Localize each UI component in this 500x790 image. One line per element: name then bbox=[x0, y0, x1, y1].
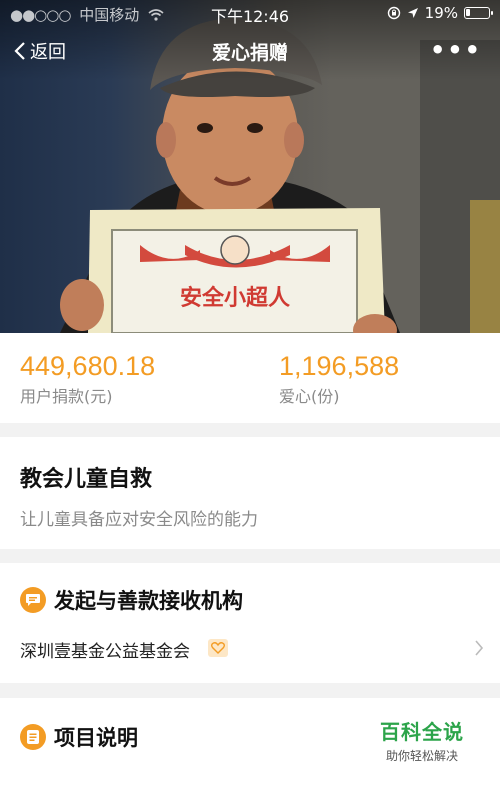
orientation-lock-icon bbox=[387, 6, 400, 20]
stat-hearts: 1,196,588 爱心(份) bbox=[279, 351, 399, 407]
donations-value: 449,680.18 bbox=[20, 351, 156, 381]
stat-donations: 449,680.18 用户捐款(元) bbox=[20, 351, 155, 407]
org-heading: 发起与善款接收机构 bbox=[20, 585, 243, 615]
project-title: 教会儿童自救 bbox=[20, 467, 153, 492]
chat-bubble-icon bbox=[20, 587, 46, 613]
hearts-value: 1,196,588 bbox=[279, 351, 400, 381]
battery-fill bbox=[466, 9, 470, 16]
status-bar: ●●○○○ 中国移动 下午12:46 19% bbox=[0, 0, 500, 26]
organization-section: 发起与善款接收机构 深圳壹基金公益基金会 bbox=[0, 563, 500, 683]
chevron-right-icon bbox=[475, 640, 484, 656]
donations-label: 用户捐款(元) bbox=[20, 387, 113, 406]
org-heading-text: 发起与善款接收机构 bbox=[54, 589, 243, 613]
watermark-title: 百科全说 bbox=[380, 720, 464, 744]
page-title: 爱心捐赠 bbox=[211, 42, 288, 64]
location-icon bbox=[407, 8, 418, 18]
heart-icon bbox=[208, 639, 228, 657]
back-button[interactable]: 返回 bbox=[14, 38, 66, 64]
project-card: 教会儿童自救 让儿童具备应对安全风险的能力 bbox=[0, 437, 500, 549]
hearts-label: 爱心(份) bbox=[279, 387, 340, 406]
org-name: 深圳壹基金公益基金会 bbox=[20, 642, 190, 662]
nav-bar: 返回 爱心捐赠 ••• bbox=[0, 30, 500, 74]
donation-stats: 449,680.18 用户捐款(元) 1,196,588 爱心(份) bbox=[0, 333, 500, 423]
document-icon bbox=[20, 724, 46, 750]
explain-heading-text: 项目说明 bbox=[54, 726, 138, 750]
certificate-text: 安全小超人 bbox=[180, 285, 290, 311]
watermark-subtitle: 助你轻松解决 bbox=[385, 749, 458, 763]
status-right: 19% bbox=[387, 4, 493, 22]
watermark: 百科全说 助你轻松解决 bbox=[362, 716, 482, 764]
project-subtitle: 让儿童具备应对安全风险的能力 bbox=[20, 510, 258, 530]
back-label: 返回 bbox=[30, 42, 66, 63]
org-row[interactable]: 深圳壹基金公益基金会 bbox=[0, 627, 500, 671]
chevron-left-icon bbox=[14, 42, 25, 60]
explain-heading: 项目说明 bbox=[20, 722, 138, 752]
hero-banner: 安全小超人 ●●○○○ 中国移动 下午12:46 19% 返回 爱心捐赠 ••• bbox=[0, 0, 500, 333]
battery-percent: 19% bbox=[424, 4, 458, 22]
more-button[interactable]: ••• bbox=[430, 36, 482, 64]
battery-icon bbox=[464, 7, 493, 19]
